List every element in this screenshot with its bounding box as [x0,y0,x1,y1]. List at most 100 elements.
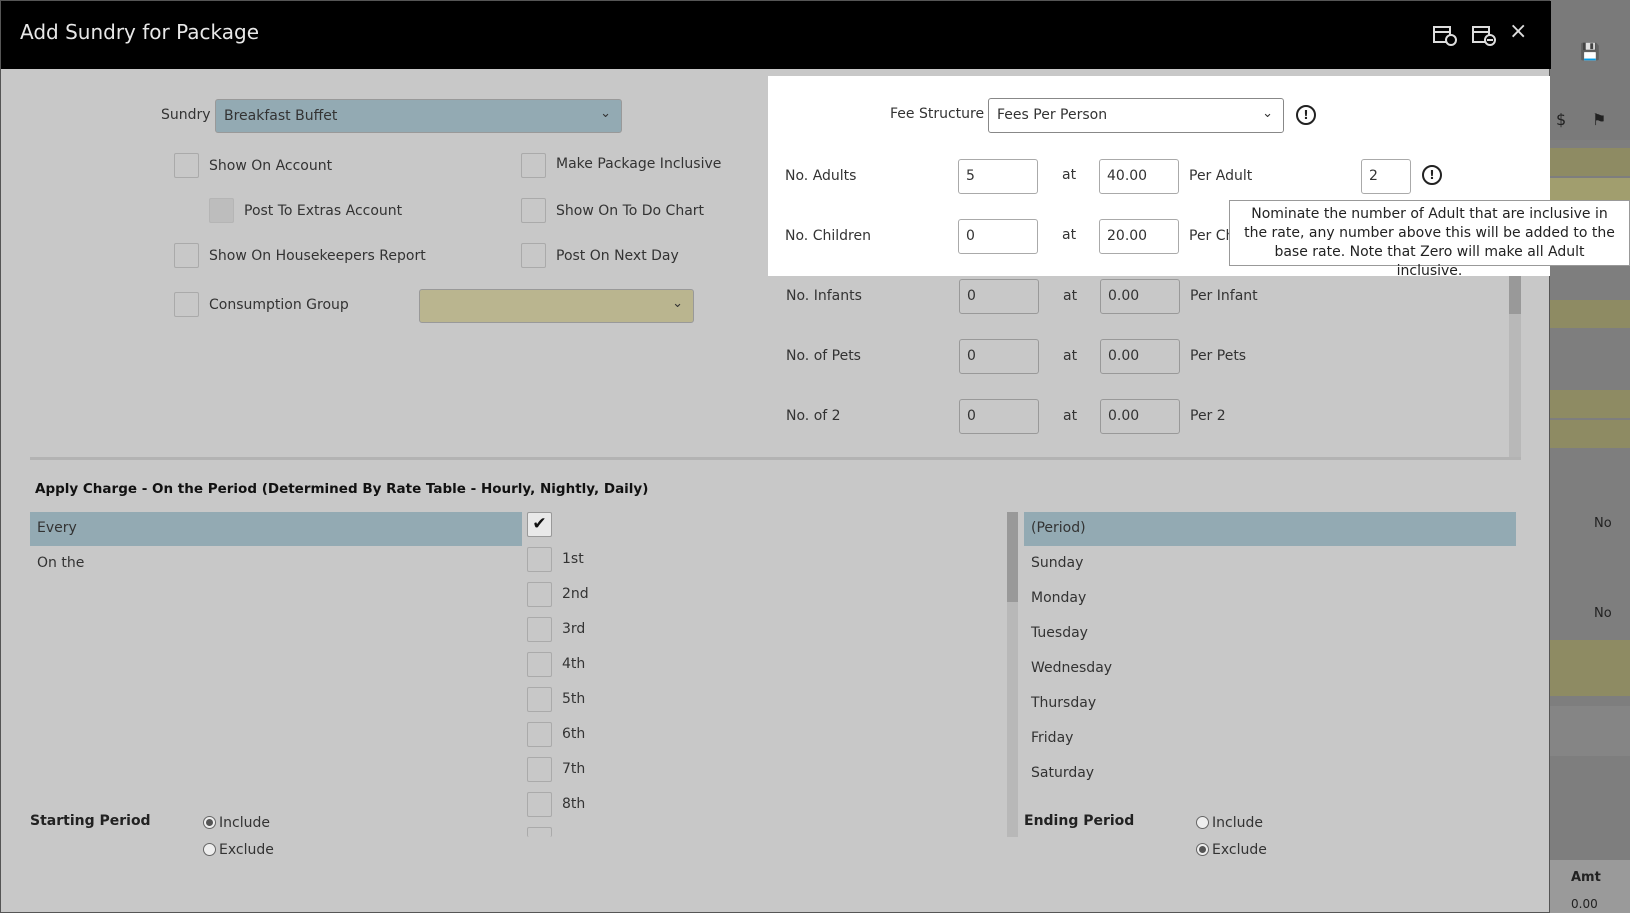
post-to-extras-label: Post To Extras Account [244,203,403,219]
adults-inclusive-info-icon[interactable]: ! [1422,165,1442,185]
post-next-day-checkbox[interactable] [521,243,546,268]
period-item[interactable]: Monday [1031,590,1086,606]
period-item[interactable]: Sunday [1031,555,1083,571]
chevron-down-icon: ⌄ [600,106,611,121]
consumption-group-checkbox[interactable] [174,292,199,317]
period-item[interactable]: (Period) [1031,520,1086,536]
at-label: at [1062,227,1077,243]
post-to-extras-checkbox[interactable] [209,198,234,223]
show-on-todo-label: Show On To Do Chart [556,203,705,219]
post-next-day-label: Post On Next Day [556,248,679,264]
period-selected-row[interactable] [1024,512,1516,546]
per-2-label: Per 2 [1190,408,1226,424]
ordinal-5th-label: 5th [562,691,586,707]
ordinal-3rd-checkbox[interactable] [527,617,552,642]
adults-price-input[interactable]: 40.00 [1099,159,1179,194]
starting-exclude-label: Exclude [219,842,274,858]
ordinal-6th-label: 6th [562,726,586,742]
per-child-label: Per Ch [1189,228,1235,244]
section-divider [30,457,1521,460]
sundry-select[interactable]: Breakfast Buffet ⌄ [215,99,622,133]
calendar-settings-icon[interactable] [1432,23,1458,47]
chevron-down-icon: ⌄ [1262,106,1273,121]
every-checkbox-checked[interactable]: ✔ [527,512,552,537]
show-on-housekeepers-label: Show On Housekeepers Report [209,248,426,264]
ordinal-2nd-checkbox[interactable] [527,582,552,607]
period-item[interactable]: Thursday [1031,695,1096,711]
starting-period-label: Starting Period [30,813,151,829]
ordinal-5th-checkbox[interactable] [527,687,552,712]
apply-charge-heading: Apply Charge - On the Period (Determined… [35,481,649,497]
no-of-2-count-input[interactable]: 0 [959,399,1039,434]
ordinal-6th-checkbox[interactable] [527,722,552,747]
ending-include-label: Include [1212,815,1263,831]
ordinal-4th-checkbox[interactable] [527,652,552,677]
show-on-todo-checkbox[interactable] [521,198,546,223]
ending-exclude-radio[interactable] [1196,843,1209,856]
children-count-input[interactable]: 0 [958,219,1038,254]
sundry-label: Sundry [161,107,211,123]
ordinal-8th-checkbox[interactable] [527,792,552,817]
money-bag-icon[interactable]: $ [1556,110,1566,129]
infants-price-input[interactable]: 0.00 [1100,279,1180,314]
starting-include-radio[interactable] [203,816,216,829]
ordinal-2nd-label: 2nd [562,586,589,602]
make-package-inclusive-checkbox[interactable] [521,153,546,178]
ordinal-7th-checkbox[interactable] [527,757,552,782]
pets-price-input[interactable]: 0.00 [1100,339,1180,374]
at-label: at [1063,288,1078,304]
chevron-down-icon: ⌄ [672,296,683,311]
consumption-group-select[interactable]: ⌄ [419,289,694,323]
inclusive-tooltip: Nominate the number of Adult that are in… [1229,200,1630,279]
ordinal-1st-checkbox[interactable] [527,547,552,572]
at-label: at [1063,348,1078,364]
bg-no-1: No [1594,516,1612,531]
adults-count-input[interactable]: 5 [958,159,1038,194]
ordinal-next-checkbox-partial[interactable] [527,827,552,837]
no-of-2-price-input[interactable]: 0.00 [1100,399,1180,434]
option-every-row[interactable] [30,512,522,546]
calendar-settings-alt-icon[interactable] [1471,23,1497,47]
option-every[interactable]: Every [37,520,77,536]
children-label: No. Children [785,228,871,244]
period-item[interactable]: Friday [1031,730,1073,746]
make-package-inclusive-label: Make Package Inclusive [556,156,722,172]
fee-structure-label: Fee Structure [890,106,985,122]
fee-structure-info-icon[interactable]: ! [1296,105,1316,125]
ordinal-1st-label: 1st [562,551,584,567]
period-item[interactable]: Tuesday [1031,625,1088,641]
save-icon[interactable]: 💾 [1580,42,1600,61]
ordinal-7th-label: 7th [562,761,586,777]
ending-include-radio[interactable] [1196,816,1209,829]
infants-label: No. Infants [786,288,862,304]
dialog-title: Add Sundry for Package [20,20,259,44]
infants-count-input[interactable]: 0 [959,279,1039,314]
periods-scrollbar-thumb[interactable] [1007,512,1018,602]
bg-no-2: No [1594,606,1612,621]
children-price-input[interactable]: 20.00 [1099,219,1179,254]
starting-exclude-radio[interactable] [203,843,216,856]
person-flag-icon[interactable]: ⚑ [1592,110,1606,129]
ending-period-label: Ending Period [1024,813,1135,829]
bg-amt-header: Amt [1571,870,1601,885]
per-infant-label: Per Infant [1190,288,1258,304]
period-item[interactable]: Saturday [1031,765,1094,781]
adults-inclusive-input[interactable]: 2 [1361,159,1411,194]
ordinal-8th-label: 8th [562,796,586,812]
show-on-account-checkbox[interactable] [174,153,199,178]
close-button[interactable]: × [1509,19,1527,44]
starting-include-label: Include [219,815,270,831]
fee-structure-select[interactable]: Fees Per Person ⌄ [988,98,1284,133]
option-on-the[interactable]: On the [37,555,84,571]
per-adult-label: Per Adult [1189,168,1253,184]
periods-scrollbar[interactable] [1007,512,1018,837]
at-label: at [1062,167,1077,183]
pets-count-input[interactable]: 0 [959,339,1039,374]
show-on-housekeepers-checkbox[interactable] [174,243,199,268]
ordinal-3rd-label: 3rd [562,621,586,637]
period-item[interactable]: Wednesday [1031,660,1112,676]
ordinal-4th-label: 4th [562,656,586,672]
ending-exclude-label: Exclude [1212,842,1267,858]
consumption-group-label: Consumption Group [209,297,349,313]
no-of-2-label: No. of 2 [786,408,841,424]
